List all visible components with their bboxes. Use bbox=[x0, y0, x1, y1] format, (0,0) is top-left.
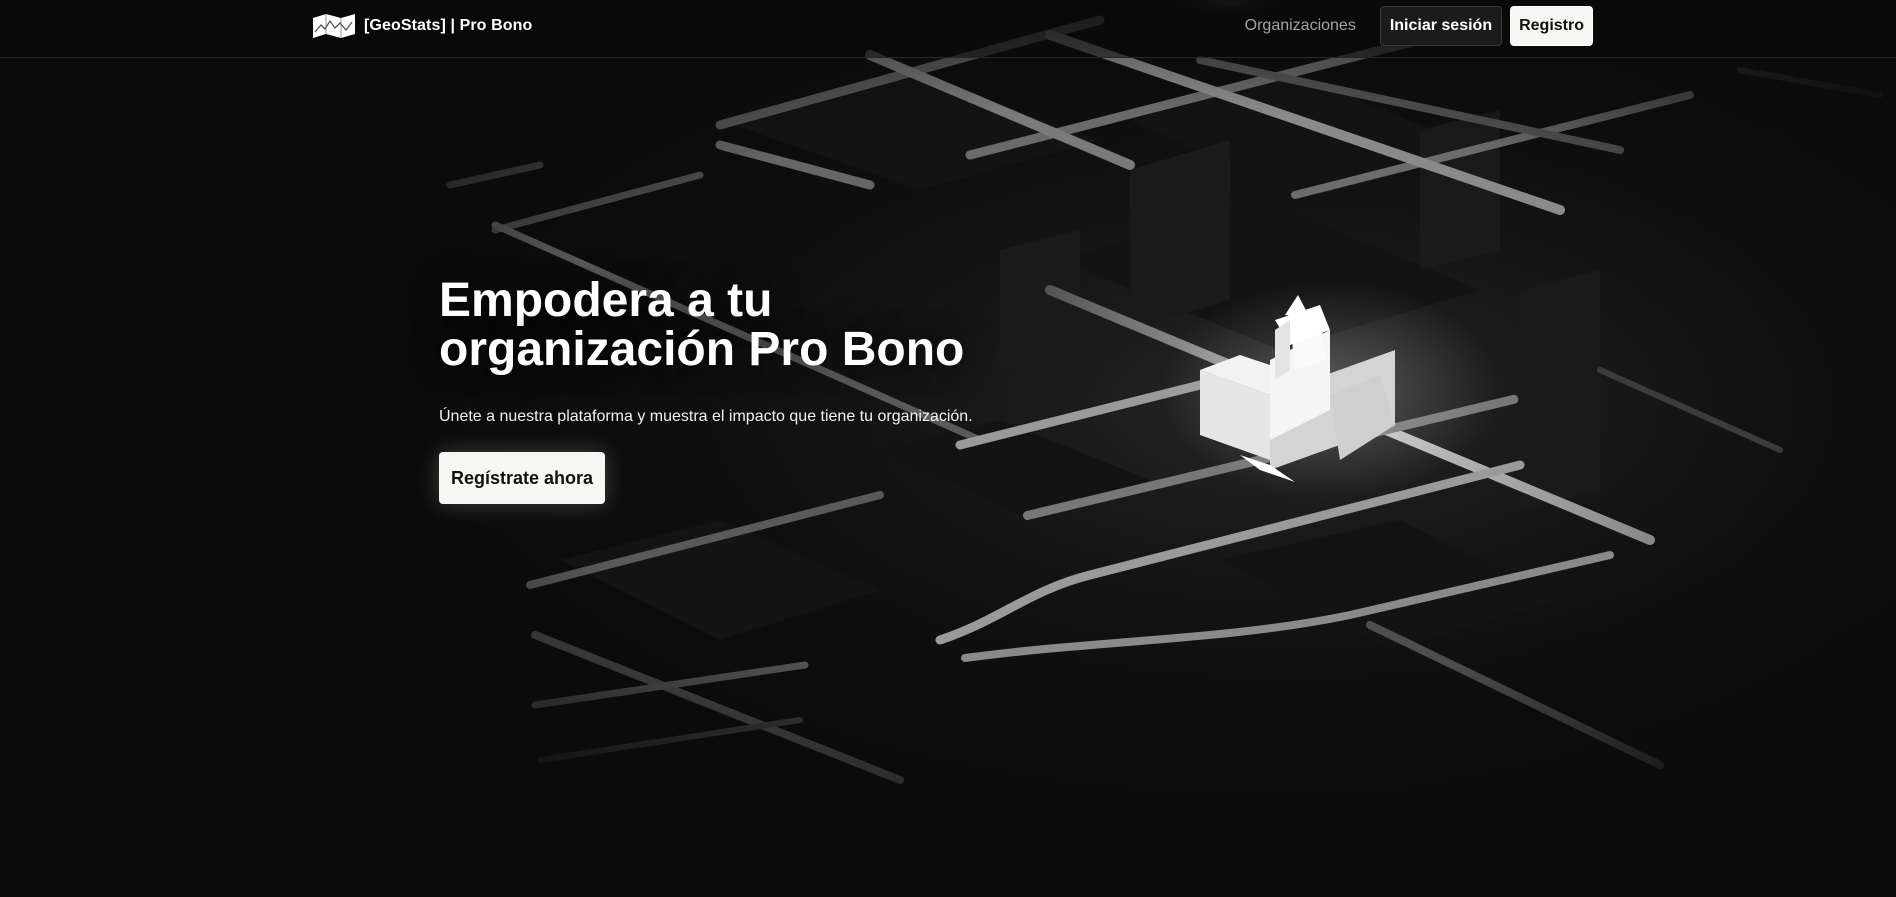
hero-title-line-2: organización Pro Bono bbox=[439, 323, 965, 376]
register-button[interactable]: Registro bbox=[1510, 6, 1593, 46]
organizations-link[interactable]: Organizaciones bbox=[1229, 6, 1372, 46]
hero-subtitle: Únete a nuestra plataforma y muestra el … bbox=[439, 408, 973, 425]
map-icon bbox=[313, 14, 355, 38]
hero-section: Empodera a tu organización Pro Bono Únet… bbox=[439, 276, 1039, 504]
brand[interactable]: [GeoStats] | Pro Bono bbox=[312, 12, 532, 40]
brand-name: [GeoStats] | Pro Bono bbox=[364, 17, 533, 34]
landing-page: [GeoStats] | Pro Bono Organizaciones Ini… bbox=[0, 0, 1896, 897]
top-navbar: [GeoStats] | Pro Bono Organizaciones Ini… bbox=[0, 0, 1896, 58]
login-button[interactable]: Iniciar sesión bbox=[1379, 6, 1503, 46]
hero-title-line-1: Empodera a tu bbox=[439, 274, 773, 327]
hero-title: Empodera a tu organización Pro Bono bbox=[439, 276, 1039, 374]
register-now-button[interactable]: Regístrate ahora bbox=[439, 452, 606, 504]
nav-actions: Organizaciones Iniciar sesión Registro bbox=[1229, 6, 1593, 46]
